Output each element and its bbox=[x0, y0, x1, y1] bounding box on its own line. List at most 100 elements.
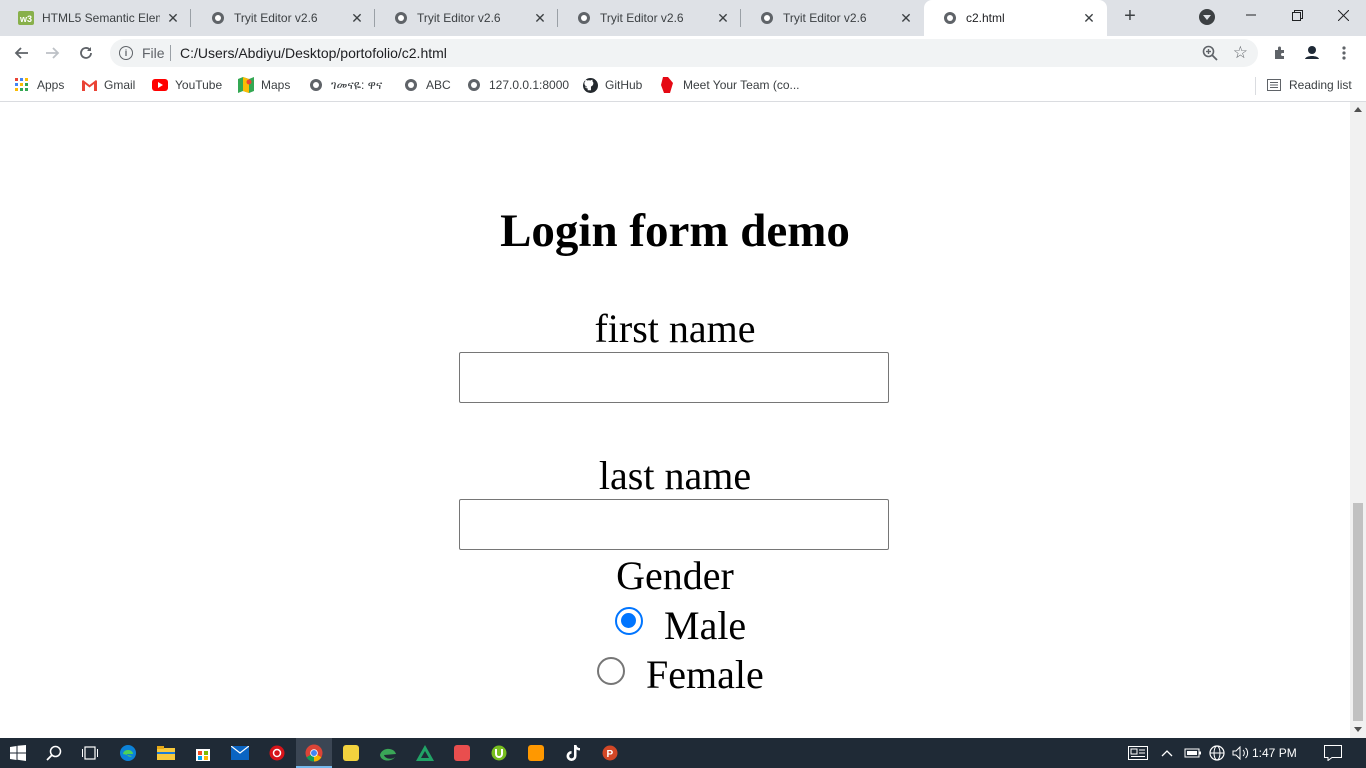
minimize-button[interactable] bbox=[1228, 0, 1274, 30]
bookmark-label: ገመናዬ: ዋና bbox=[331, 77, 383, 92]
gender-label: Gender bbox=[616, 553, 734, 598]
globe-icon bbox=[308, 77, 324, 93]
maps-icon bbox=[238, 77, 254, 93]
gmail-icon bbox=[81, 77, 97, 93]
app-green-edge-icon[interactable] bbox=[370, 738, 406, 768]
chrome-icon[interactable] bbox=[296, 738, 332, 768]
network-globe-icon[interactable] bbox=[1206, 738, 1228, 768]
edge-icon[interactable] bbox=[110, 738, 146, 768]
male-radio[interactable] bbox=[615, 607, 643, 635]
forward-button[interactable] bbox=[42, 42, 64, 64]
bookmark-github[interactable]: GitHub bbox=[582, 76, 642, 94]
news-widget-icon[interactable] bbox=[1124, 738, 1152, 768]
close-icon[interactable]: ✕ bbox=[349, 10, 365, 26]
powerpoint-icon[interactable]: P bbox=[592, 738, 628, 768]
file-explorer-icon[interactable] bbox=[148, 738, 184, 768]
store-icon[interactable] bbox=[185, 738, 221, 768]
w3schools-icon: w3 bbox=[18, 10, 34, 26]
extensions-icon[interactable] bbox=[1271, 44, 1289, 62]
last-name-input[interactable] bbox=[459, 499, 889, 550]
app-triangle-icon[interactable] bbox=[407, 738, 443, 768]
app-red-square-icon[interactable] bbox=[444, 738, 480, 768]
bookmark-label: Meet Your Team (co... bbox=[683, 78, 800, 92]
url-text[interactable]: C:/Users/Abdiyu/Desktop/portofolio/c2.ht… bbox=[180, 45, 447, 61]
mail-icon[interactable] bbox=[222, 738, 258, 768]
bookmark-label: Gmail bbox=[104, 78, 136, 92]
taskbar-clock[interactable]: 1:47 PM bbox=[1252, 746, 1297, 760]
utorrent-icon[interactable] bbox=[481, 738, 517, 768]
bookmark-gmail[interactable]: Gmail bbox=[81, 76, 135, 94]
address-bar[interactable]: i File C:/Users/Abdiyu/Desktop/portofoli… bbox=[110, 39, 1258, 67]
bookmark-apps[interactable]: Apps bbox=[14, 76, 64, 94]
tab-title: Tryit Editor v2.6 bbox=[600, 10, 684, 25]
tiktok-icon[interactable] bbox=[555, 738, 591, 768]
app-red-icon[interactable] bbox=[259, 738, 295, 768]
profile-avatar[interactable] bbox=[1303, 44, 1321, 62]
bookmark-label: YouTube bbox=[175, 78, 223, 92]
scroll-up-icon[interactable] bbox=[1354, 107, 1362, 112]
zoom-icon[interactable] bbox=[1202, 45, 1218, 61]
close-icon[interactable]: ✕ bbox=[898, 10, 914, 26]
reading-list-button[interactable]: Reading list bbox=[1266, 76, 1352, 94]
bookmark-label: 127.0.0.1:8000 bbox=[489, 78, 570, 92]
tab-tryit-2[interactable]: Tryit Editor v2.6 ✕ bbox=[375, 0, 558, 35]
globe-icon bbox=[576, 10, 592, 26]
globe-icon bbox=[466, 77, 482, 93]
tab-title: Tryit Editor v2.6 bbox=[234, 10, 318, 25]
tab-title: Tryit Editor v2.6 bbox=[783, 10, 867, 25]
volume-icon[interactable] bbox=[1230, 738, 1252, 768]
notifications-icon[interactable] bbox=[1320, 738, 1346, 768]
scroll-thumb[interactable] bbox=[1353, 503, 1363, 721]
tab-html5-semantic[interactable]: w3 HTML5 Semantic Elem ✕ bbox=[0, 0, 191, 35]
bookmark-star-icon[interactable]: ☆ bbox=[1233, 43, 1248, 63]
tab-strip: w3 HTML5 Semantic Elem ✕ Tryit Editor v2… bbox=[0, 0, 1366, 36]
close-icon[interactable]: ✕ bbox=[715, 10, 731, 26]
tab-title: c2.html bbox=[966, 11, 1005, 25]
tab-tryit-3[interactable]: Tryit Editor v2.6 ✕ bbox=[558, 0, 741, 35]
more-menu-icon[interactable] bbox=[1335, 44, 1353, 62]
svg-text:P: P bbox=[607, 749, 614, 760]
new-tab-button[interactable]: + bbox=[1119, 6, 1141, 28]
vertical-scrollbar[interactable] bbox=[1350, 102, 1366, 738]
bookmark-localhost[interactable]: 127.0.0.1:8000 bbox=[466, 76, 569, 94]
reading-list-label: Reading list bbox=[1289, 78, 1352, 92]
tab-tryit-1[interactable]: Tryit Editor v2.6 ✕ bbox=[192, 0, 375, 35]
tab-c2-html[interactable]: c2.html ✕ bbox=[924, 0, 1107, 36]
github-icon bbox=[582, 77, 598, 93]
svg-text:w3: w3 bbox=[19, 14, 32, 24]
site-info-icon[interactable]: i bbox=[119, 46, 133, 60]
tab-search-icon[interactable] bbox=[1199, 9, 1215, 25]
sublime-text-icon[interactable] bbox=[518, 738, 554, 768]
close-icon[interactable]: ✕ bbox=[1081, 10, 1097, 26]
scroll-down-icon[interactable] bbox=[1354, 727, 1362, 732]
restore-button[interactable] bbox=[1274, 0, 1320, 30]
male-label: Male bbox=[664, 603, 747, 648]
bookmark-maps[interactable]: Maps bbox=[238, 76, 290, 94]
reload-button[interactable] bbox=[75, 42, 97, 64]
bookmark-abc[interactable]: ABC bbox=[403, 76, 451, 94]
female-label: Female bbox=[646, 652, 764, 697]
page-title: Login form demo bbox=[500, 205, 850, 257]
scheme-label: File bbox=[142, 45, 165, 61]
close-icon[interactable]: ✕ bbox=[532, 10, 548, 26]
back-button[interactable] bbox=[10, 42, 32, 64]
bookmark-youtube[interactable]: YouTube bbox=[152, 76, 222, 94]
close-icon[interactable]: ✕ bbox=[165, 10, 181, 26]
app-yellow-icon[interactable] bbox=[333, 738, 369, 768]
bookmark-label: ABC bbox=[426, 78, 451, 92]
bookmarks-bar: Apps Gmail YouTube Maps ገመናዬ: ዋና ABC 127… bbox=[0, 70, 1366, 102]
task-view-icon[interactable] bbox=[72, 738, 108, 768]
tab-tryit-4[interactable]: Tryit Editor v2.6 ✕ bbox=[741, 0, 924, 35]
bookmark-amharic[interactable]: ገመናዬ: ዋና bbox=[308, 76, 382, 94]
chevron-up-icon[interactable] bbox=[1156, 738, 1178, 768]
female-radio[interactable] bbox=[597, 657, 625, 685]
bookmark-label: Apps bbox=[37, 78, 65, 92]
start-button[interactable] bbox=[0, 738, 36, 768]
search-icon[interactable] bbox=[36, 738, 72, 768]
windows-taskbar: P 1:47 PM bbox=[0, 738, 1366, 768]
first-name-input[interactable] bbox=[459, 352, 889, 403]
battery-icon[interactable] bbox=[1181, 738, 1203, 768]
bookmark-meet-your-team[interactable]: Meet Your Team (co... bbox=[660, 76, 800, 94]
apps-grid-icon bbox=[14, 77, 30, 93]
close-window-button[interactable] bbox=[1320, 0, 1366, 30]
